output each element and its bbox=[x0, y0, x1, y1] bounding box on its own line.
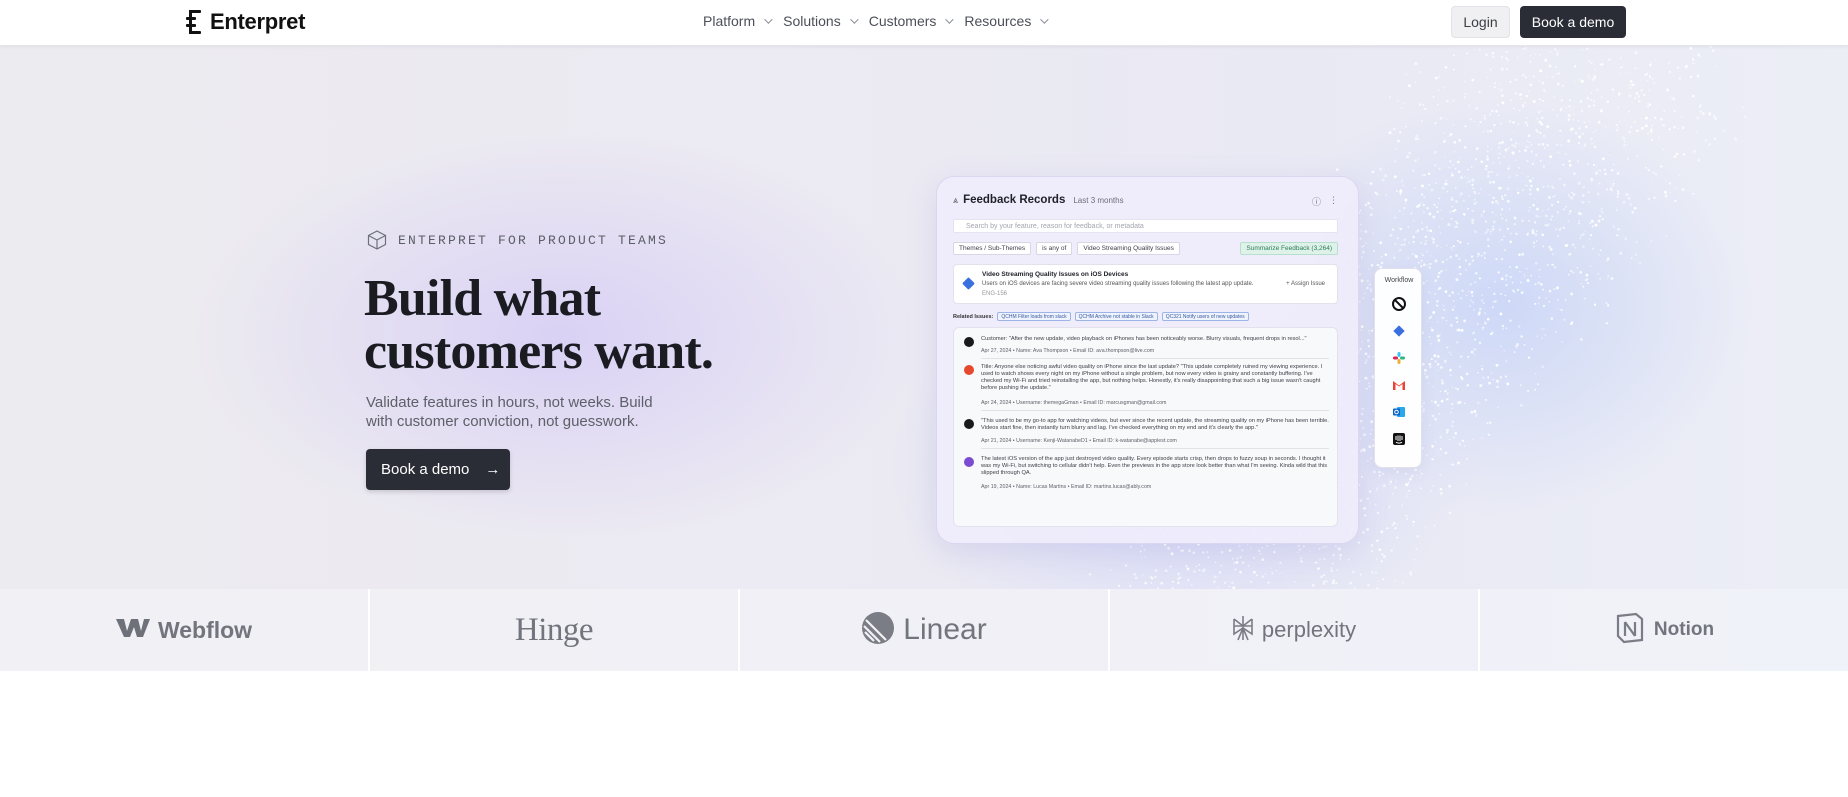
login-button[interactable]: Login bbox=[1451, 6, 1510, 38]
openai-icon[interactable] bbox=[1392, 297, 1406, 311]
nav-item-platform[interactable]: Platform bbox=[703, 13, 773, 29]
panel-title: Feedback Records bbox=[963, 194, 1066, 206]
customer-logo-hinge: Hinge bbox=[370, 589, 740, 671]
record-text: Customer: "After the new update, video p… bbox=[981, 336, 1307, 342]
filter-chip[interactable]: Video Streaming Quality Issues bbox=[1077, 242, 1180, 255]
issue-description: Users on iOS devices are facing severe v… bbox=[982, 281, 1254, 287]
panel-actions: ⓘ ⋮ bbox=[1312, 195, 1338, 208]
record-text: The latest iOS version of the app just d… bbox=[981, 456, 1328, 476]
page-body-blank bbox=[0, 671, 1848, 797]
nav-item-label: Resources bbox=[964, 13, 1032, 29]
button-label: Book a demo bbox=[381, 461, 470, 478]
nav-item-customers[interactable]: Customers bbox=[868, 13, 955, 29]
issue-card[interactable]: Video Streaming Quality Issues on iOS De… bbox=[953, 264, 1338, 304]
hinge-wordmark: Hinge bbox=[514, 611, 594, 648]
perplexity-icon bbox=[1232, 615, 1254, 646]
filter-chip[interactable]: Themes / Sub-Themes bbox=[953, 242, 1032, 255]
webflow-icon bbox=[115, 617, 150, 644]
record-text: Title: Anyone else noticing awful video … bbox=[981, 364, 1323, 391]
intercom-icon[interactable] bbox=[1392, 432, 1406, 446]
customer-logo-linear: Linear bbox=[740, 589, 1110, 671]
panel-range: Last 3 months bbox=[1073, 195, 1124, 205]
hero-section: ENTERPRET FOR PRODUCT TEAMS Build what c… bbox=[0, 46, 1848, 589]
records-list: Customer: "After the new update, video p… bbox=[953, 327, 1338, 527]
slack-icon[interactable] bbox=[1392, 351, 1406, 365]
book-demo-nav-button[interactable]: Book a demo bbox=[1520, 6, 1626, 38]
customer-logo-webflow: Webflow bbox=[0, 589, 370, 671]
customer-logo-perplexity: perplexity bbox=[1110, 589, 1480, 671]
linear-diamond-icon bbox=[962, 277, 975, 290]
related-label: Related Issues: bbox=[953, 313, 994, 320]
divider bbox=[981, 410, 1329, 411]
outlook-icon[interactable] bbox=[1392, 405, 1406, 419]
hero-subtext: Validate features in hours, not weeks. B… bbox=[366, 394, 653, 430]
hero-headline: Build what customers want. bbox=[364, 270, 714, 380]
arrow-right-icon: → bbox=[485, 461, 501, 478]
help-icon[interactable]: ⓘ bbox=[1312, 195, 1321, 208]
related-issue-chip[interactable]: QCHM Archive not stable in Slack bbox=[1074, 312, 1158, 321]
record-meta: Apr 21, 2024 • Username: Kenji-WatanabeD… bbox=[981, 438, 1177, 444]
panel-header: ⩓ Feedback Records Last 3 months bbox=[953, 194, 1124, 206]
filter-row: Themes / Sub-Themes is any of Video Stre… bbox=[953, 242, 1338, 256]
issue-code: ENG-156 bbox=[982, 291, 1008, 297]
issue-title: Video Streaming Quality Issues on iOS De… bbox=[982, 271, 1129, 278]
nav-item-label: Customers bbox=[868, 13, 937, 29]
linear-diamond-icon[interactable] bbox=[1392, 324, 1406, 338]
workflow-integrations: Workflow bbox=[1374, 268, 1422, 468]
cube-icon bbox=[366, 229, 388, 251]
assign-issue-button[interactable]: + Assign Issue bbox=[1286, 281, 1325, 287]
record-meta: Apr 24, 2024 • Username: themegaGman • E… bbox=[981, 400, 1167, 406]
chevron-down-icon bbox=[1040, 15, 1049, 24]
survey-icon bbox=[964, 457, 974, 467]
divider bbox=[981, 448, 1329, 449]
chevron-down-icon bbox=[945, 15, 955, 24]
nav-item-resources[interactable]: Resources bbox=[964, 13, 1049, 29]
linear-icon bbox=[861, 611, 895, 650]
enterpret-logo-icon bbox=[186, 10, 205, 34]
customer-logo-notion: Notion bbox=[1480, 589, 1848, 671]
eyebrow-text: ENTERPRET FOR PRODUCT TEAMS bbox=[398, 232, 669, 248]
workflow-label: Workflow bbox=[1384, 277, 1414, 284]
chevron-down-icon bbox=[764, 15, 773, 24]
brand-name: Webflow bbox=[157, 616, 253, 643]
chevron-down-icon bbox=[849, 15, 859, 24]
brand-logo[interactable]: Enterpret bbox=[186, 9, 305, 35]
gmail-icon[interactable] bbox=[1392, 378, 1406, 392]
records-icon: ⩓ bbox=[953, 194, 959, 205]
notion-icon bbox=[1614, 612, 1646, 649]
customer-logo-strip: Webflow Hinge Linear perplexity Notion bbox=[0, 589, 1848, 671]
nav-item-label: Solutions bbox=[783, 13, 841, 29]
related-issue-chip[interactable]: QCHM Filter loads from slack bbox=[997, 312, 1071, 321]
top-navigation: Enterpret Platform Solutions Customers R… bbox=[0, 0, 1848, 46]
related-issue-chip[interactable]: QC321 Notify users of new updates bbox=[1161, 312, 1249, 321]
nav-item-label: Platform bbox=[703, 13, 756, 29]
app-store-icon bbox=[964, 419, 974, 429]
record-text: "This used to be my go-to app for watchi… bbox=[981, 418, 1329, 431]
brand-name: Linear bbox=[903, 613, 987, 646]
main-menu: Platform Solutions Customers Resources bbox=[703, 13, 1049, 29]
product-preview-card: ⩓ Feedback Records Last 3 months ⓘ ⋮ Sea… bbox=[936, 176, 1359, 544]
hero-eyebrow: ENTERPRET FOR PRODUCT TEAMS bbox=[366, 229, 668, 251]
related-issues: Related Issues: QCHM Filter loads from s… bbox=[953, 312, 1249, 321]
brand-name: Notion bbox=[1653, 619, 1715, 640]
brand-name: Enterpret bbox=[210, 9, 306, 34]
summarize-feedback-button[interactable]: Summarize Feedback (3,264) bbox=[1240, 242, 1338, 255]
filter-chip[interactable]: is any of bbox=[1036, 242, 1073, 255]
nav-item-solutions[interactable]: Solutions bbox=[783, 13, 859, 29]
brand-name: perplexity bbox=[1261, 617, 1357, 642]
feedback-records-panel: ⩓ Feedback Records Last 3 months ⓘ ⋮ Sea… bbox=[949, 187, 1348, 535]
book-demo-hero-button[interactable]: Book a demo → bbox=[366, 449, 510, 490]
reddit-icon bbox=[964, 365, 974, 375]
divider bbox=[981, 358, 1329, 359]
record-meta: Apr 27, 2024 • Name: Ava Thompson • Emai… bbox=[981, 348, 1155, 354]
records-search-input[interactable]: Search by your feature, reason for feedb… bbox=[953, 219, 1338, 233]
more-vertical-icon[interactable]: ⋮ bbox=[1329, 195, 1338, 208]
zendesk-icon bbox=[964, 337, 974, 347]
record-meta: Apr 19, 2024 • Name: Lucas Martins • Ema… bbox=[981, 484, 1152, 490]
